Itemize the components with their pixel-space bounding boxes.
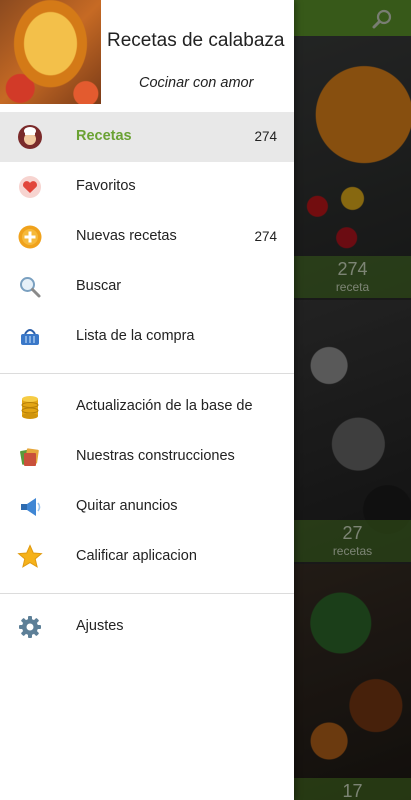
app-title: Recetas de calabaza — [107, 30, 285, 51]
menu-item-calificar[interactable]: Calificar aplicacion — [0, 532, 294, 582]
menu-item-nuevas-recetas[interactable]: Nuevas recetas 274 — [0, 212, 294, 262]
menu-item-nuestras-construcciones[interactable]: Nuestras construcciones — [0, 432, 294, 482]
screen: 274 receta 27 recetas 17 Recetas de cala… — [0, 0, 411, 800]
magnifier-icon — [17, 274, 43, 300]
gear-icon — [17, 614, 43, 640]
basket-icon — [17, 324, 43, 350]
menu-label: Calificar aplicacion — [76, 548, 197, 564]
drawer-header: Recetas de calabaza Cocinar con amor — [0, 0, 294, 112]
plus-circle-icon — [17, 224, 43, 250]
menu-label: Favoritos — [76, 178, 136, 194]
navigation-drawer: Recetas de calabaza Cocinar con amor Rec… — [0, 0, 294, 800]
menu-label: Recetas — [76, 128, 132, 144]
menu-label: Buscar — [76, 278, 122, 294]
menu-label: Lista de la compra — [76, 328, 195, 344]
database-icon — [17, 394, 43, 420]
menu-item-quitar-anuncios[interactable]: Quitar anuncios — [0, 482, 294, 532]
chef-icon — [17, 124, 43, 150]
menu-label: Ajustes — [76, 618, 124, 634]
new-recipe-count: 274 — [254, 229, 277, 244]
menu-label: Quitar anuncios — [76, 498, 178, 514]
apps-icon — [17, 444, 43, 470]
menu-item-buscar[interactable]: Buscar — [0, 262, 294, 312]
app-subtitle: Cocinar con amor — [139, 75, 254, 91]
menu-item-favoritos[interactable]: Favoritos — [0, 162, 294, 212]
menu-item-lista-compra[interactable]: Lista de la compra — [0, 312, 294, 362]
menu-item-actualizacion[interactable]: Actualización de la base de — [0, 382, 294, 432]
megaphone-icon — [17, 494, 43, 520]
heart-icon — [17, 174, 43, 200]
recipe-count: 274 — [254, 129, 277, 144]
menu-item-recetas[interactable]: Recetas 274 — [0, 112, 294, 162]
star-icon — [17, 544, 43, 570]
pumpkin-soup-image — [0, 0, 101, 104]
menu-divider — [0, 593, 294, 594]
menu-item-ajustes[interactable]: Ajustes — [0, 602, 294, 652]
menu-label: Nuestras construcciones — [76, 448, 235, 464]
menu-label: Nuevas recetas — [76, 228, 177, 244]
menu-label: Actualización de la base de — [76, 398, 253, 414]
drawer-scrim[interactable] — [294, 0, 411, 800]
menu-divider — [0, 373, 294, 374]
